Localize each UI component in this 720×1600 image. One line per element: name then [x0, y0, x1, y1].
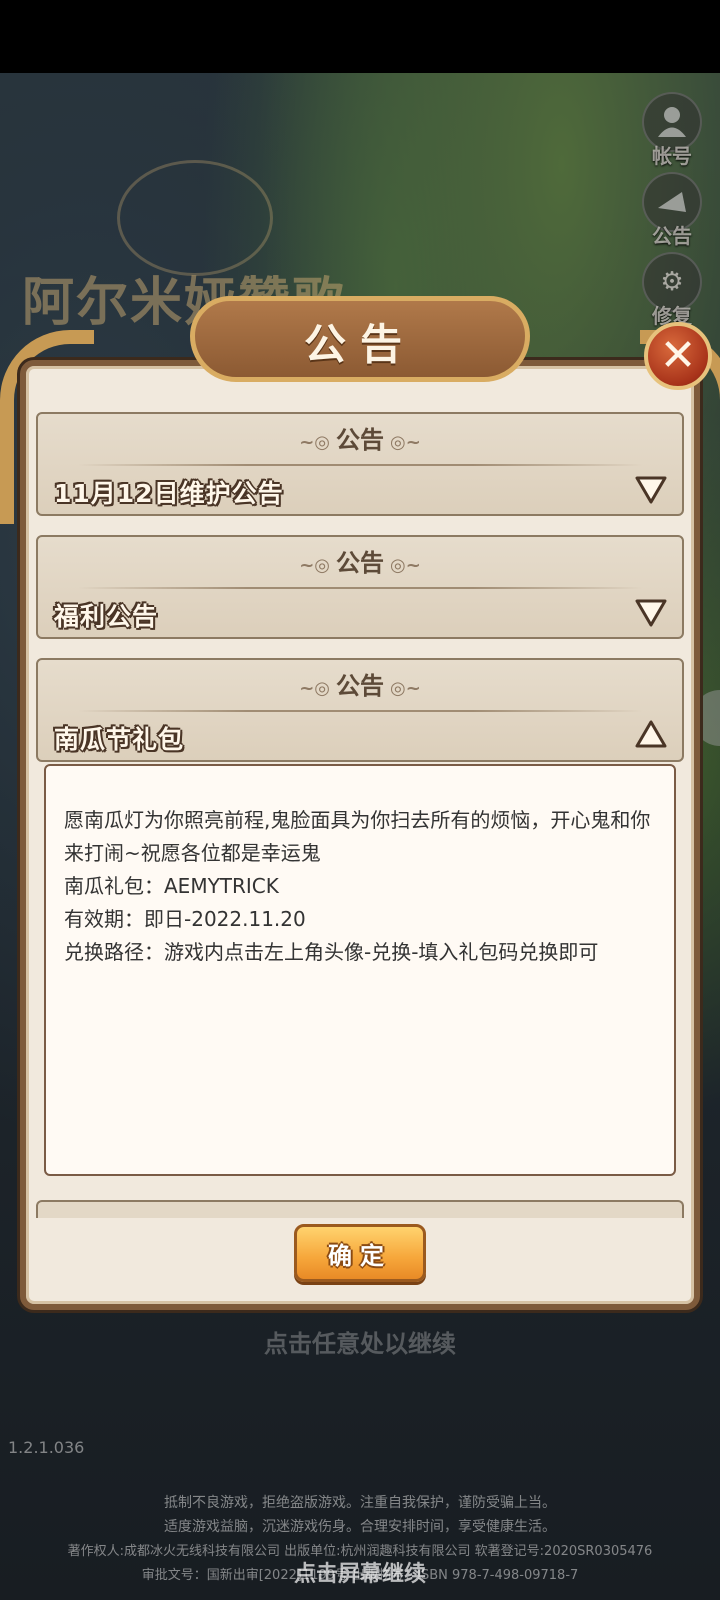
ornament-right-icon: ◎~	[390, 432, 421, 453]
section-category: 公告	[336, 549, 384, 577]
section-divider	[78, 710, 642, 712]
confirm-button[interactable]: 确定	[294, 1224, 426, 1282]
content-validity: 有效期：即日-2022.11.20	[64, 907, 306, 931]
chevron-down-icon[interactable]	[634, 595, 668, 629]
footer-line-1: 抵制不良游戏，拒绝盗版游戏。注重自我保护，谨防受骗上当。	[164, 1495, 556, 1511]
next-section-peek[interactable]	[36, 1200, 684, 1218]
section-header-welfare[interactable]: ~◎ 公告 ◎~ 福利公告	[36, 535, 684, 639]
section-title: 南瓜节礼包	[54, 725, 185, 754]
close-icon: ✕	[659, 330, 697, 381]
dialog-title-banner: 公告	[190, 296, 530, 382]
logo-emblem	[117, 160, 273, 276]
section-category: 公告	[336, 426, 384, 454]
ornament-right-icon: ◎~	[390, 678, 421, 699]
ornament-left-icon: ~◎	[299, 678, 330, 699]
footer-line-2: 适度游戏益脑，沉迷游戏伤身。合理安排时间，享受健康生活。	[164, 1519, 556, 1535]
ornament-left-icon: ~◎	[299, 432, 330, 453]
section-title: 11月12日维护公告	[54, 479, 284, 508]
repair-button[interactable]: ⚙ 修复	[640, 252, 704, 329]
section-header-pumpkin[interactable]: ~◎ 公告 ◎~ 南瓜节礼包	[36, 658, 684, 762]
version-label: 1.2.1.036	[8, 1438, 85, 1457]
tap-screen-hint[interactable]: 点击屏幕继续	[0, 1556, 720, 1588]
content-gift-code: 南瓜礼包：AEMYTRICK	[64, 874, 279, 898]
continue-hint: 点击任意处以继续	[264, 1330, 456, 1358]
section-category: 公告	[336, 672, 384, 700]
section-divider	[78, 587, 642, 589]
dialog-title: 公告	[303, 320, 416, 369]
content-paragraph: 愿南瓜灯为你照亮前程,鬼脸面具为你扫去所有的烦恼，开心鬼和你来打闹~祝愿各位都是…	[64, 808, 651, 865]
notice-button[interactable]: 公告	[640, 172, 704, 249]
confirm-label: 确定	[328, 1241, 392, 1270]
section-header-maintenance[interactable]: ~◎ 公告 ◎~ 11月12日维护公告	[36, 412, 684, 516]
chevron-up-icon[interactable]	[634, 718, 668, 752]
status-bar	[0, 0, 720, 73]
announcement-content[interactable]: 愿南瓜灯为你照亮前程,鬼脸面具为你扫去所有的烦恼，开心鬼和你来打闹~祝愿各位都是…	[44, 764, 676, 1176]
notice-label: 公告	[652, 224, 692, 248]
chevron-down-icon[interactable]	[634, 472, 668, 506]
content-redeem-path: 兑换路径：游戏内点击左上角头像-兑换-填入礼包码兑换即可	[64, 940, 599, 964]
account-label: 帐号	[652, 144, 692, 168]
section-title: 福利公告	[54, 602, 159, 631]
ornament-left-icon: ~◎	[299, 555, 330, 576]
section-divider	[78, 464, 642, 466]
close-button[interactable]: ✕	[644, 322, 712, 390]
account-button[interactable]: 帐号	[640, 92, 704, 169]
ornament-right-icon: ◎~	[390, 555, 421, 576]
